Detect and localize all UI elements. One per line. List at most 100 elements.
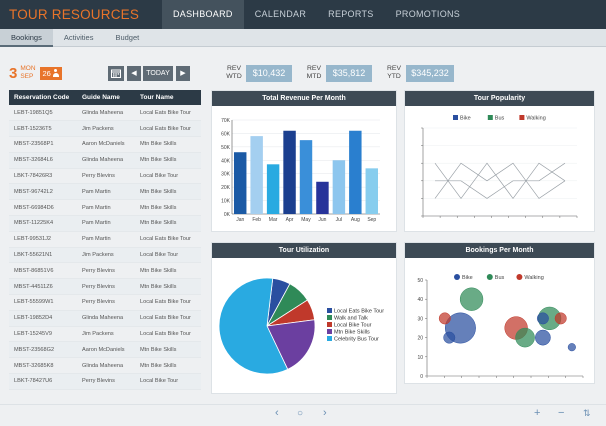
legend-label: Local Bike Tour xyxy=(334,323,372,329)
legend-label-bike: Bike xyxy=(462,275,473,281)
revenue-chart-panel: Total Revenue Per Month 0K 10K 20K 30K 40K 50… xyxy=(211,90,397,232)
bookings-chart-title: Bookings Per Month xyxy=(405,243,594,258)
table-row[interactable]: MBST-96742L2 Pam Martin Mtn Bike Skills xyxy=(9,183,201,201)
minus-icon[interactable]: − xyxy=(558,407,564,419)
bar-mar xyxy=(266,164,280,214)
reservation-code-cell: MBST-44511Z6 xyxy=(9,278,77,296)
subnav-tab-bookings[interactable]: Bookings xyxy=(0,29,53,47)
calendar-icon[interactable] xyxy=(108,66,124,81)
tour-name-cell: Mtn Bike Skills xyxy=(135,183,201,201)
table-row[interactable]: LEBT-19851Q5 Glinda Maheena Local Eats Bik… xyxy=(9,105,201,122)
table-row[interactable]: LBKT-78427U6 Perry Blevins Local Bike Tour xyxy=(9,373,201,390)
bubble-10 xyxy=(438,312,451,325)
table-row[interactable]: LEBT-15245V9 Jim Packens Local Eats Bike T… xyxy=(9,326,201,343)
tour-name-cell: Mtn Bike Skills xyxy=(135,341,201,359)
reservation-code-cell: LEBT-19852D4 xyxy=(9,310,77,327)
table-row[interactable]: MBST-66984D6 Pam Martin Mtn Bike Skills xyxy=(9,199,201,217)
bar-apr xyxy=(283,130,296,214)
date-day: 3 xyxy=(9,64,18,82)
table-row[interactable]: MBST-32684L6 Glinda Maheena Mtn Bike Skill… xyxy=(9,152,201,169)
table-row[interactable]: LEBT-15236T5 Jim Packens Local Eats Bike T… xyxy=(9,120,201,138)
y-tick-label: 40K xyxy=(221,158,231,164)
tour-name-cell: Local Eats Bike Tour xyxy=(135,231,201,248)
bubble-6 xyxy=(535,329,551,346)
guide-name-cell: Aaron McDaniels xyxy=(77,341,135,359)
plus-icon[interactable]: + xyxy=(534,407,540,419)
chevron-right-icon[interactable]: › xyxy=(323,407,327,419)
rev-wtd-label: REV WTD xyxy=(226,65,242,80)
nav-tab-reports[interactable]: REPORTS xyxy=(317,0,384,29)
x-tick-label: Aug xyxy=(351,217,360,223)
y-tick-label: 70K xyxy=(221,118,231,124)
x-tick-label: May xyxy=(301,217,311,223)
bookings-chart-panel: Bookings Per Month Bike Bus Walking 0 10 20 30… xyxy=(404,242,595,384)
user-icon xyxy=(52,69,59,77)
reservation-code-cell: MBST-11225K4 xyxy=(9,215,77,232)
revenue-chart-title: Total Revenue Per Month xyxy=(212,91,396,106)
reservation-code-cell: MBST-96742L2 xyxy=(9,183,77,201)
table-row[interactable]: LEBT-55599W1 Perry Blevins Local Eats Bike… xyxy=(9,294,201,311)
sort-icon[interactable]: ⇅ xyxy=(583,408,591,419)
reservation-code-cell: MBST-23568P1 xyxy=(9,136,77,153)
y-tick-label: 10 xyxy=(417,355,423,361)
rev-ytd-label: REV YTD xyxy=(387,65,401,80)
legend-swatch xyxy=(327,329,332,334)
table-row[interactable]: MBST-23568P1 Aaron McDaniels Mtn Bike Skil… xyxy=(9,136,201,153)
home-circle-icon[interactable]: ○ xyxy=(297,408,303,419)
table-row[interactable]: LEBT-19852D4 Glinda Maheena Local Eats Bik… xyxy=(9,310,201,327)
tour-name-cell: Mtn Bike Skills xyxy=(135,357,201,375)
y-tick-label: 10K xyxy=(221,199,231,205)
y-tick-label: 60K xyxy=(221,131,231,137)
today-button[interactable]: TODAY xyxy=(143,66,173,81)
bar-may xyxy=(299,140,313,214)
subnav-tab-budget[interactable]: Budget xyxy=(104,29,150,47)
legend-swatch-walking xyxy=(519,115,525,120)
table-row[interactable]: MBST-23568G2 Aaron McDaniels Mtn Bike Skil… xyxy=(9,341,201,359)
guide-name-cell: Pam Martin xyxy=(77,231,135,248)
table-row[interactable]: MBST-86851V6 Perry Blevins Mtn Bike Skills xyxy=(9,262,201,280)
table-row[interactable]: LBKT-78426R3 Perry Blevins Local Bike Tour xyxy=(9,168,201,185)
reservation-table-panel: Reservation Code Guide Name Tour Name LEBT… xyxy=(9,90,201,396)
bar-jul xyxy=(332,160,346,214)
table-row[interactable]: LEBT-99531J2 Pam Martin Local Eats Bike To… xyxy=(9,231,201,248)
prev-day-button[interactable]: ◀ xyxy=(127,66,141,81)
date-display: 3 MON SEP 26 xyxy=(9,62,62,84)
table-row[interactable]: LBKT-55621N1 Jim Packens Local Bike Tour xyxy=(9,247,201,264)
reservation-code-cell: MBST-23568G2 xyxy=(9,341,77,359)
reservation-code-cell: MBST-32685K8 xyxy=(9,357,77,375)
booking-count: 26 xyxy=(42,68,51,78)
tour-name-cell: Local Eats Bike Tour xyxy=(135,326,201,343)
reservation-code-cell: LEBT-99531J2 xyxy=(9,231,77,248)
next-day-button[interactable]: ▶ xyxy=(176,66,190,81)
table-row[interactable]: MBST-32685K8 Glinda Maheena Mtn Bike Skill… xyxy=(9,357,201,375)
guide-name-cell: Perry Blevins xyxy=(77,168,135,185)
guide-name-cell: Pam Martin xyxy=(77,183,135,201)
bottom-toolbar: ‹ ○ › + − ⇅ xyxy=(0,404,606,426)
bubble-9 xyxy=(567,343,576,352)
legend-swatch-bus xyxy=(486,274,493,280)
guide-name-cell: Pam Martin xyxy=(77,215,135,232)
y-tick-label: 20K xyxy=(221,185,231,191)
booking-count-badge[interactable]: 26 xyxy=(39,66,62,80)
guide-name-cell: Aaron McDaniels xyxy=(77,136,135,153)
subnav-tab-activities[interactable]: Activities xyxy=(53,29,105,47)
utilization-chart-panel: Tour Utilization Local Eats Bike Tour Wal… xyxy=(211,242,397,394)
bookings-bubble-chart: Bike Bus Walking 0 10 20 30 40 50 xyxy=(417,274,584,380)
tour-name-cell: Mtn Bike Skills xyxy=(135,262,201,280)
nav-tab-calendar[interactable]: CALENDAR xyxy=(244,0,317,29)
nav-tab-promotions[interactable]: PROMOTIONS xyxy=(385,0,472,29)
guide-name-cell: Jim Packens xyxy=(77,120,135,138)
chevron-left-icon[interactable]: ‹ xyxy=(275,407,279,419)
y-tick-label: 30K xyxy=(221,172,231,178)
nav-tab-dashboard[interactable]: DASHBOARD xyxy=(162,0,244,29)
column-header[interactable]: Reservation Code xyxy=(9,90,77,105)
x-tick-label: Feb xyxy=(252,217,261,223)
table-row[interactable]: MBST-44511Z6 Perry Blevins Mtn Bike Skills xyxy=(9,278,201,296)
column-header[interactable]: Tour Name xyxy=(135,90,201,105)
column-header[interactable]: Guide Name xyxy=(77,90,135,105)
guide-name-cell: Jim Packens xyxy=(77,247,135,264)
tour-name-cell: Mtn Bike Skills xyxy=(135,152,201,169)
table-row[interactable]: MBST-11225K4 Pam Martin Mtn Bike Skills xyxy=(9,215,201,232)
y-tick-label: 50 xyxy=(417,278,423,284)
legend-swatch xyxy=(327,315,332,320)
